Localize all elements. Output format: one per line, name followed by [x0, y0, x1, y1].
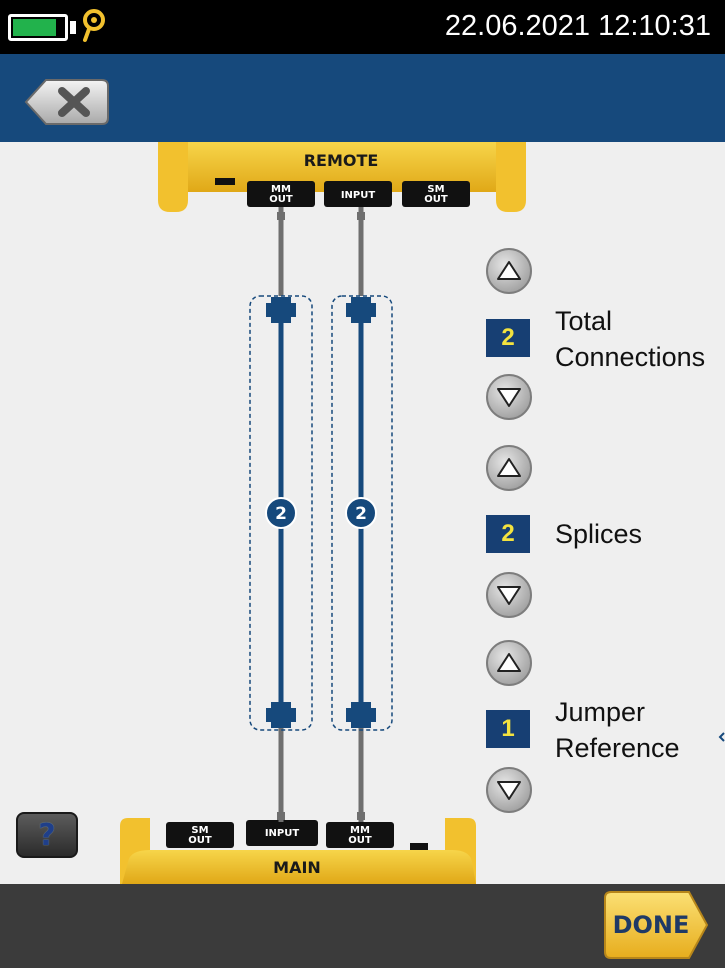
splice-count: 2: [275, 504, 287, 524]
battery-tip: [70, 21, 76, 34]
status-bar: 22.06.2021 12:10:31: [0, 0, 725, 54]
battery-icon: [8, 14, 68, 41]
connector-icon: [266, 702, 296, 728]
close-button[interactable]: [24, 78, 110, 126]
location-pin-icon: [83, 9, 105, 42]
triangle-down-icon: [497, 388, 521, 407]
remote-port-label: OUT: [424, 194, 448, 205]
main-unit: SM OUT INPUT MM OUT MAIN: [120, 818, 476, 884]
remote-unit: REMOTE MM OUT INPUT SM OUT: [158, 142, 526, 212]
jumper-reference-increase-button[interactable]: [486, 640, 532, 686]
splices-value: 2: [486, 515, 530, 553]
total-connections-label-line2: Connections: [555, 342, 706, 372]
connector-icon: [346, 297, 376, 323]
remote-port-label: INPUT: [341, 190, 376, 201]
total-connections-value: 2: [486, 319, 530, 357]
date-time: 22.06.2021 12:10:31: [444, 10, 711, 42]
fiber-path-1: 2: [249, 207, 313, 822]
splices-decrease-button[interactable]: [486, 572, 532, 618]
help-icon: ?: [38, 817, 56, 853]
chevron-left-icon: [718, 732, 725, 742]
main-label: MAIN: [273, 858, 321, 877]
total-connections-decrease-button[interactable]: [486, 374, 532, 420]
splices-increase-button[interactable]: [486, 445, 532, 491]
remote-label: REMOTE: [304, 151, 379, 170]
jumper-reference-decrease-button[interactable]: [486, 767, 532, 813]
done-button[interactable]: [603, 890, 709, 960]
main-port-label: INPUT: [265, 828, 300, 839]
fiber-diagram: REMOTE MM OUT INPUT SM OUT SM OUT INPUT …: [120, 142, 526, 884]
connector-icon: [266, 297, 296, 323]
triangle-down-icon: [497, 781, 521, 800]
splice-count: 2: [355, 504, 367, 524]
jumper-reference-value: 1: [486, 710, 530, 748]
triangle-up-icon: [497, 653, 521, 672]
connector-icon: [346, 702, 376, 728]
setup-screen: 22.06.2021 12:10:31 REMOTE MM OUT INPUT …: [0, 0, 725, 968]
splices-label: Splices: [555, 519, 643, 549]
jumper-reference-label-line1: Jumper: [555, 697, 646, 727]
triangle-down-icon: [497, 586, 521, 605]
triangle-up-icon: [497, 261, 521, 280]
total-connections-increase-button[interactable]: [486, 248, 532, 294]
triangle-up-icon: [497, 458, 521, 477]
fiber-path-2: 2: [331, 207, 393, 822]
total-connections-label-line1: Total: [555, 306, 613, 336]
battery-level-fill: [13, 19, 56, 36]
remote-port-label: OUT: [269, 194, 293, 205]
main-port-label: OUT: [348, 835, 372, 846]
jumper-reference-label-line2: Reference: [555, 733, 680, 763]
main-port-label: OUT: [188, 835, 212, 846]
help-button[interactable]: ?: [16, 812, 78, 858]
